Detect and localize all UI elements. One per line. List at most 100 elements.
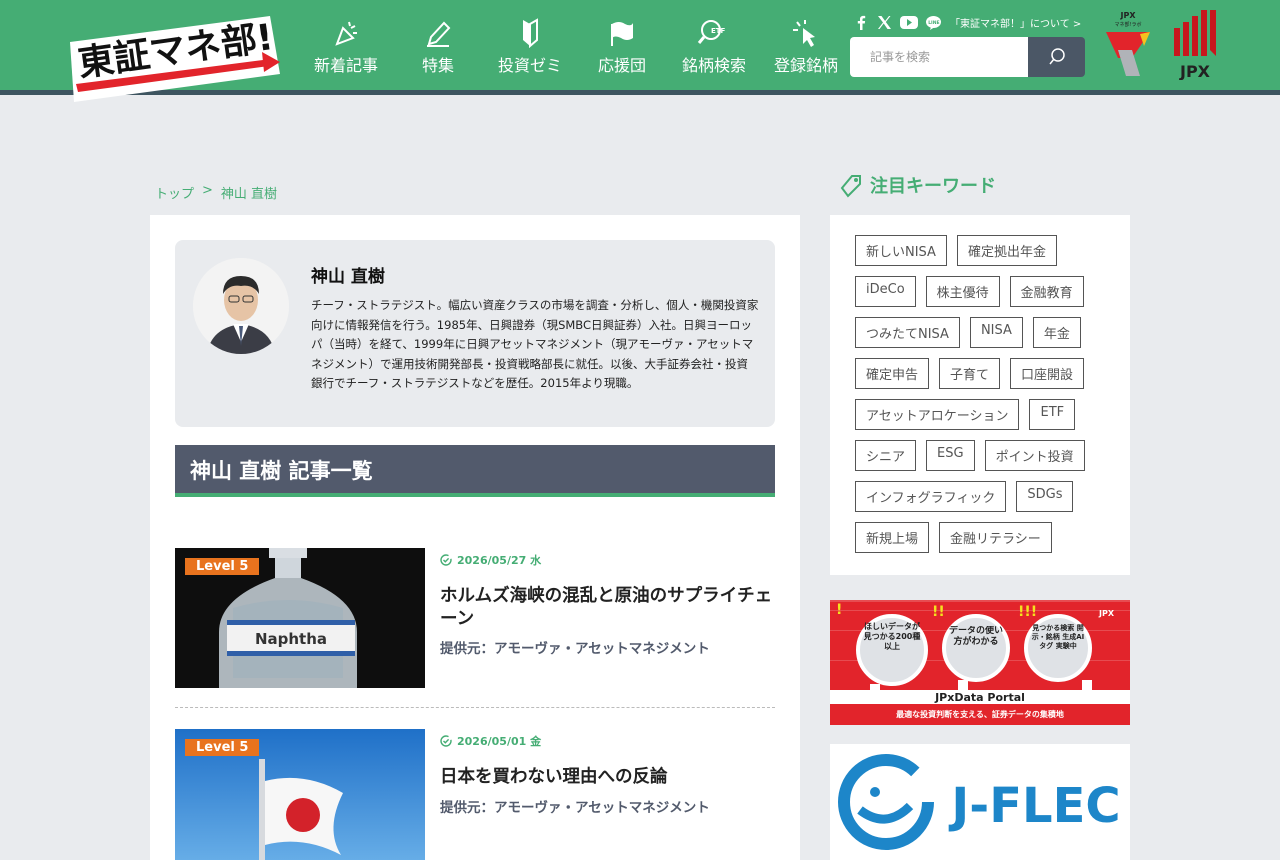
- cursor-click-icon: [793, 20, 815, 47]
- clock-check-icon: [440, 554, 452, 566]
- breadcrumb-separator: >: [202, 183, 213, 198]
- banner-bubble-text: データの使い方がわかる: [948, 626, 1003, 647]
- line-icon[interactable]: LINE: [925, 14, 942, 31]
- keyword-tag[interactable]: ETF: [1029, 399, 1076, 430]
- keyword-tag[interactable]: つみたてNISA: [855, 317, 960, 348]
- x-twitter-icon[interactable]: [876, 14, 893, 31]
- jpx-data-portal-banner[interactable]: ! !! !!! JPX ほしいデータが見つかる200種以上 データの使い方がわ…: [830, 600, 1130, 725]
- article-item[interactable]: Level 5 2026/05/01 金 日本を買わない理由への反論 提供元：ア…: [175, 729, 775, 860]
- beginner-icon: [523, 18, 538, 48]
- article-date-text: 2026/05/27 水: [457, 554, 542, 567]
- j-flec-banner[interactable]: J-FLEC: [830, 744, 1130, 860]
- keyword-tag[interactable]: 新しいNISA: [855, 235, 947, 266]
- svg-text:マネ部!ラボ: マネ部!ラボ: [1114, 21, 1141, 28]
- keyword-tag[interactable]: ポイント投資: [984, 440, 1085, 471]
- keyword-tag[interactable]: 確定拠出年金: [956, 235, 1057, 266]
- article-date-text: 2026/05/01 金: [457, 735, 542, 748]
- keyword-tag[interactable]: ESG: [926, 440, 975, 471]
- article-thumbnail[interactable]: Level 5: [175, 729, 425, 860]
- keywords-box: 新しいNISA 確定拠出年金 iDeCo 株主優待 金融教育 つみたてNISA …: [830, 215, 1130, 575]
- banner-bubble-text: 見つかる検索 開示・銘柄 生成AIタグ 実験中: [1031, 624, 1085, 650]
- svg-text:Naphtha: Naphtha: [255, 630, 327, 648]
- nav-label: 新着記事: [313, 56, 378, 75]
- svg-text:J-FLEC: J-FLEC: [948, 778, 1120, 834]
- keyword-tag[interactable]: 新規上場: [855, 522, 930, 553]
- keyword-tag[interactable]: 金融リテラシー: [939, 522, 1052, 553]
- svg-text:JPX: JPX: [1098, 609, 1115, 618]
- nav-supporters[interactable]: 応援団: [576, 18, 668, 76]
- svg-text:JPX: JPX: [1179, 62, 1211, 80]
- keyword-tag[interactable]: NISA: [969, 317, 1023, 348]
- social-links: LINE 「東証マネ部！」について >: [853, 14, 1081, 31]
- author-bio: チーフ・ストラテジスト。幅広い資産クラスの市場を調査・分析し、個人・機関投資家向…: [311, 298, 759, 390]
- main-nav: 新着記事 特集 投資ゼミ 応援団 ETF 銘柄検索 登録銘柄: [300, 18, 852, 76]
- youtube-icon[interactable]: [899, 14, 919, 31]
- article-provider: 提供元：アモーヴァ・アセットマネジメント: [440, 641, 710, 657]
- banner-bubble-text: ほしいデータが見つかる200種以上: [863, 622, 921, 651]
- svg-text:!: !: [836, 602, 842, 618]
- search-button[interactable]: [1028, 37, 1085, 77]
- article-title[interactable]: ホルムズ海峡の混乱と原油のサプライチェーン: [440, 585, 775, 631]
- keyword-tag[interactable]: 子育て: [939, 358, 1001, 389]
- flag-icon: [611, 22, 633, 46]
- nav-label: 投資ゼミ: [497, 56, 562, 75]
- article-item[interactable]: Naphtha Level 5 2026/05/27 水 ホルムズ海峡の混乱と原…: [175, 548, 775, 708]
- author-profile-card: 神山 直樹 チーフ・ストラテジスト。幅広い資産クラスの市場を調査・分析し、個人・…: [175, 240, 775, 427]
- nav-new-articles[interactable]: 新着記事: [300, 18, 392, 76]
- etf-search-icon: ETF: [697, 20, 726, 44]
- svg-text:ETF: ETF: [711, 27, 726, 35]
- svg-text:LINE: LINE: [928, 20, 939, 26]
- site-header: 東証マネ部! 新着記事 特集 投資ゼミ 応援団 ETF 銘柄検索 登録銘柄 LI…: [0, 0, 1280, 102]
- nav-label: 登録銘柄: [773, 56, 838, 75]
- level-badge: Level 5: [185, 739, 260, 756]
- svg-text:JPxData Portal: JPxData Portal: [934, 691, 1025, 704]
- nav-registered-stocks[interactable]: 登録銘柄: [760, 18, 852, 76]
- keyword-tag[interactable]: 確定申告: [855, 358, 930, 389]
- nav-features[interactable]: 特集: [392, 18, 484, 76]
- breadcrumb-current: 神山 直樹: [220, 187, 278, 202]
- main-content: 神山 直樹 チーフ・ストラテジスト。幅広い資産クラスの市場を調査・分析し、個人・…: [150, 215, 800, 860]
- article-thumbnail[interactable]: Naphtha Level 5: [175, 548, 425, 688]
- mane-lab-logo[interactable]: JPX マネ部!ラボ: [1100, 10, 1156, 84]
- site-logo[interactable]: 東証マネ部!: [66, 14, 284, 102]
- keywords-title: 注目キーワード: [870, 176, 996, 197]
- keyword-tag[interactable]: シニア: [855, 440, 917, 471]
- search-input[interactable]: [850, 37, 1028, 77]
- keywords-heading: 注目キーワード: [838, 172, 996, 198]
- nav-stock-search[interactable]: ETF 銘柄検索: [668, 18, 760, 76]
- keyword-tag[interactable]: アセットアロケーション: [855, 399, 1020, 430]
- svg-text:最適な投資判断を支える、証券データの集積地: 最適な投資判断を支える、証券データの集積地: [896, 709, 1064, 719]
- keyword-tag[interactable]: SDGs: [1016, 481, 1074, 512]
- keyword-tag[interactable]: 金融教育: [1009, 276, 1084, 307]
- article-title[interactable]: 日本を買わない理由への反論: [440, 766, 775, 789]
- tag-icon: [840, 175, 861, 198]
- keyword-tag[interactable]: iDeCo: [855, 276, 916, 307]
- breadcrumb: トップ > 神山 直樹: [155, 183, 277, 202]
- level-badge: Level 5: [185, 558, 260, 575]
- about-site-link[interactable]: 「東証マネ部！」について >: [950, 15, 1081, 30]
- breadcrumb-home-link[interactable]: トップ: [155, 183, 194, 202]
- article-provider: 提供元：アモーヴァ・アセットマネジメント: [440, 800, 710, 816]
- clock-check-icon: [440, 735, 452, 747]
- svg-text:!!: !!: [932, 604, 945, 620]
- pencil-icon: [427, 21, 451, 47]
- article-date: 2026/05/01 金: [440, 733, 541, 749]
- nav-label: 応援団: [597, 56, 646, 75]
- facebook-icon[interactable]: [853, 14, 870, 31]
- keyword-tag[interactable]: 年金: [1032, 317, 1081, 348]
- svg-text:JPX: JPX: [1119, 11, 1136, 20]
- search-icon: [1048, 48, 1065, 65]
- article-date: 2026/05/27 水: [440, 552, 541, 568]
- new-articles-icon: [335, 21, 357, 46]
- nav-label: 特集: [421, 56, 454, 75]
- jpx-logo[interactable]: JPX: [1170, 10, 1220, 81]
- author-name: 神山 直樹: [311, 267, 385, 287]
- svg-text:!!!: !!!: [1018, 604, 1037, 620]
- nav-investment-seminar[interactable]: 投資ゼミ: [484, 18, 576, 76]
- author-avatar: [193, 258, 289, 354]
- keyword-tag[interactable]: 口座開設: [1010, 358, 1085, 389]
- keyword-tag[interactable]: インフォグラフィック: [855, 481, 1007, 512]
- keyword-tag[interactable]: 株主優待: [925, 276, 1000, 307]
- search-bar: [850, 37, 1085, 77]
- article-list-title: 神山 直樹 記事一覧: [175, 445, 775, 497]
